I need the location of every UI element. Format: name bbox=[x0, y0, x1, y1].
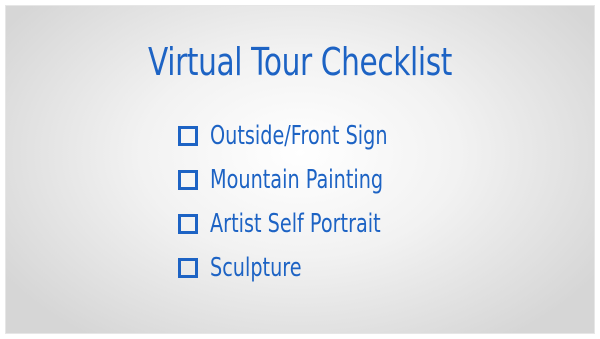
checklist-item: Artist Self Portrait bbox=[178, 202, 450, 246]
checklist-item: Sculpture bbox=[178, 246, 450, 290]
checklist-item: Mountain Painting bbox=[178, 158, 450, 202]
checklist-item: Outside/Front Sign bbox=[178, 114, 450, 158]
checklist-item-label: Mountain Painting bbox=[210, 165, 384, 195]
checkbox[interactable] bbox=[178, 214, 198, 234]
slide: Virtual Tour Checklist Outside/Front Sig… bbox=[6, 6, 594, 333]
checkbox[interactable] bbox=[178, 170, 198, 190]
checklist: Outside/Front Sign Mountain Painting Art… bbox=[178, 114, 450, 290]
checkbox[interactable] bbox=[178, 258, 198, 278]
slide-title: Virtual Tour Checklist bbox=[147, 40, 453, 84]
checklist-item-label: Artist Self Portrait bbox=[210, 209, 381, 239]
checklist-item-label: Sculpture bbox=[210, 253, 302, 283]
checklist-item-label: Outside/Front Sign bbox=[210, 121, 388, 151]
checkbox[interactable] bbox=[178, 126, 198, 146]
